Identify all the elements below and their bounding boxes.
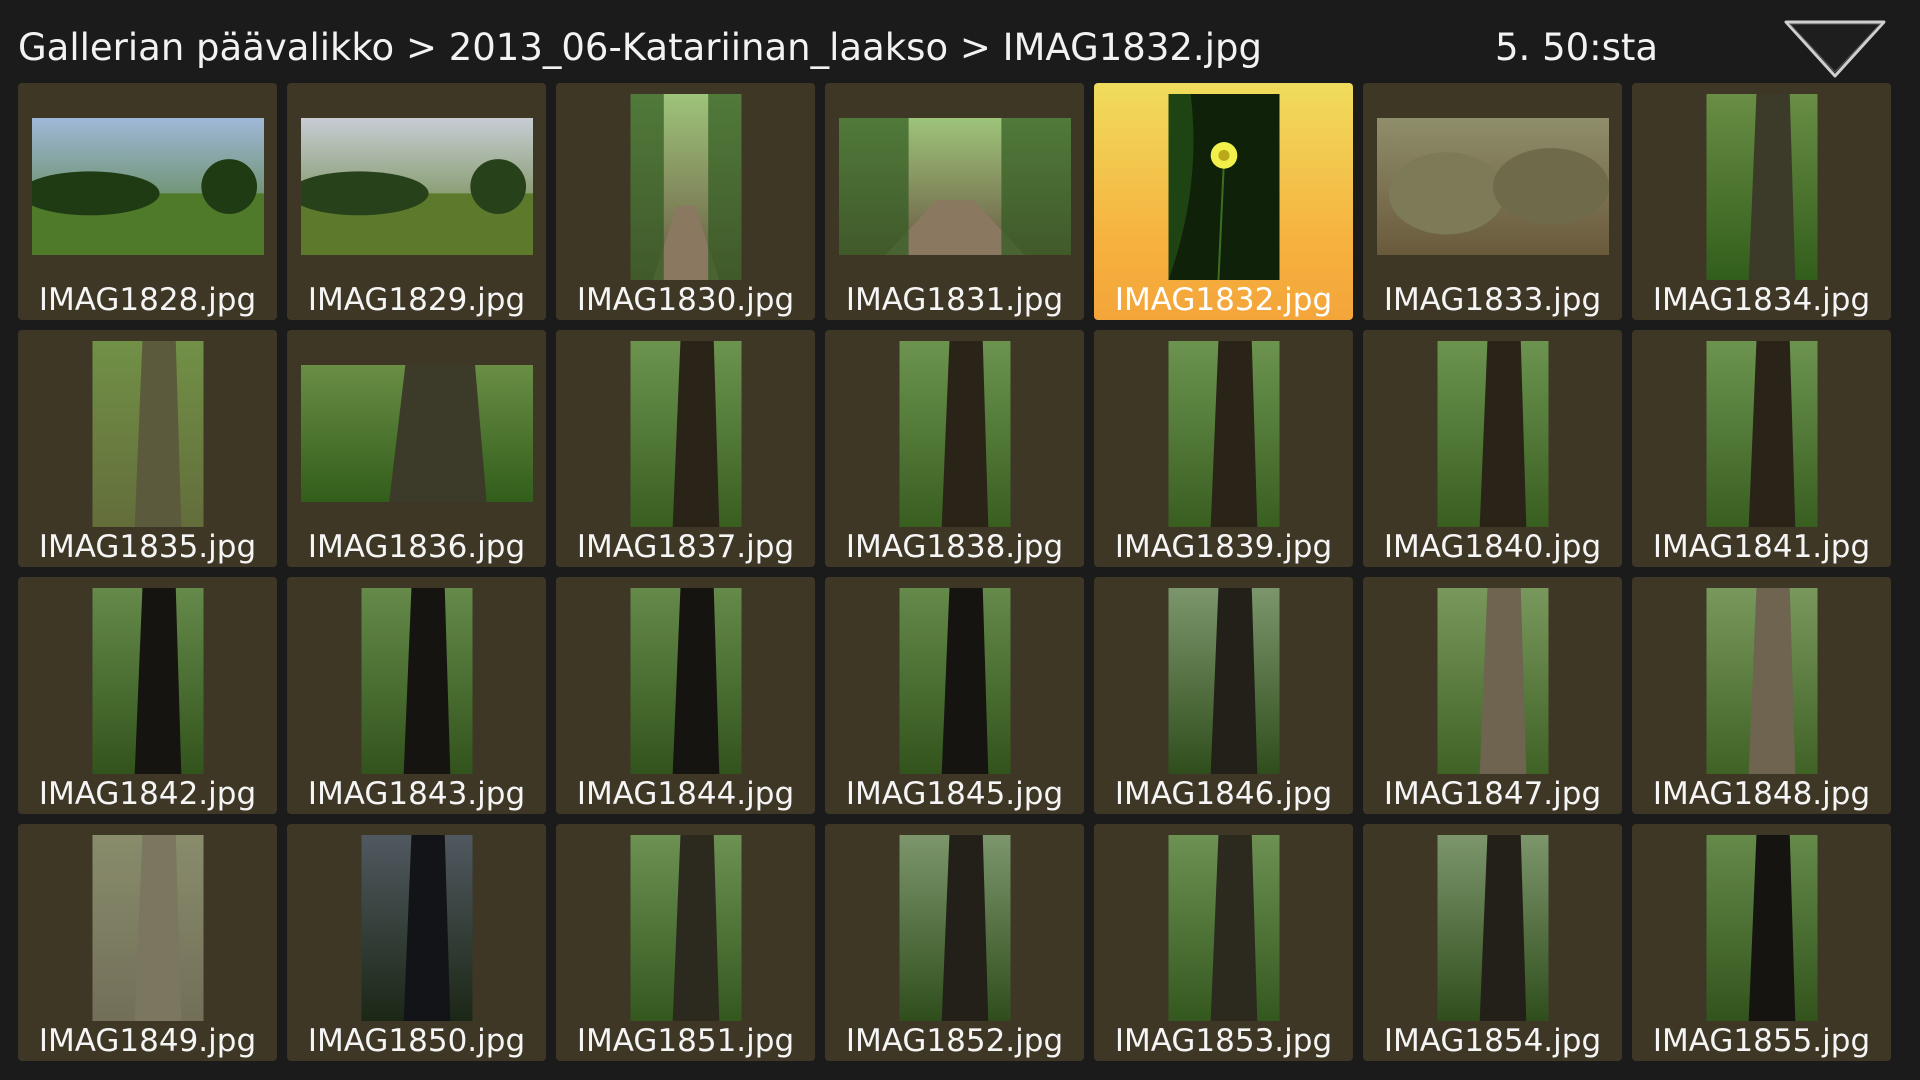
thumbnail-tile[interactable]: IMAG1852.jpg [825,824,1084,1061]
thumbnail-image [1706,94,1817,280]
thumbnail-image [630,835,741,1021]
thumbnail-caption: IMAG1840.jpg [1383,529,1602,565]
thumbnail-image [630,588,741,774]
thumbnail-image [1168,835,1279,1021]
thumbnail-caption: IMAG1830.jpg [576,282,795,318]
thumbnail-tile[interactable]: IMAG1845.jpg [825,577,1084,814]
thumbnail-tile[interactable]: IMAG1850.jpg [287,824,546,1061]
thumbnail-image [1706,588,1817,774]
thumbnail-tile[interactable]: IMAG1829.jpg [287,83,546,320]
thumbnail-image [1706,341,1817,527]
thumbnail-image [630,341,741,527]
thumbnail-tile[interactable]: IMAG1844.jpg [556,577,815,814]
thumbnail-caption: IMAG1838.jpg [845,529,1064,565]
thumbnail-image [630,94,741,280]
thumbnail-caption: IMAG1854.jpg [1383,1023,1602,1059]
thumbnail-image [300,365,533,502]
thumbnail-image [1706,835,1817,1021]
thumbnail-tile[interactable]: IMAG1847.jpg [1363,577,1622,814]
thumbnail-tile[interactable]: IMAG1843.jpg [287,577,546,814]
thumbnail-image [92,341,203,527]
thumbnail-image [1437,835,1548,1021]
thumbnail-caption: IMAG1847.jpg [1383,776,1602,812]
thumbnail-caption: IMAG1845.jpg [845,776,1064,812]
thumbnail-caption: IMAG1849.jpg [38,1023,257,1059]
thumbnail-image [361,835,472,1021]
thumbnail-tile[interactable]: IMAG1832.jpg [1094,83,1353,320]
thumbnail-tile[interactable]: IMAG1833.jpg [1363,83,1622,320]
thumbnail-caption: IMAG1850.jpg [307,1023,526,1059]
thumbnail-caption: IMAG1833.jpg [1383,282,1602,318]
top-bar: Gallerian päävalikko > 2013_06-Katariina… [0,0,1920,82]
thumbnail-image [1168,94,1279,280]
thumbnail-tile[interactable]: IMAG1849.jpg [18,824,277,1061]
thumbnail-caption: IMAG1855.jpg [1652,1023,1871,1059]
thumbnail-caption: IMAG1828.jpg [38,282,257,318]
thumbnail-image [899,588,1010,774]
thumbnail-tile[interactable]: IMAG1839.jpg [1094,330,1353,567]
thumbnail-tile[interactable]: IMAG1838.jpg [825,330,1084,567]
thumbnail-grid: IMAG1828.jpg IMAG1829.jpg IMAG1830.jpg I… [18,83,1891,1061]
thumbnail-caption: IMAG1839.jpg [1114,529,1333,565]
thumbnail-caption: IMAG1832.jpg [1114,282,1333,318]
thumbnail-caption: IMAG1835.jpg [38,529,257,565]
thumbnail-tile[interactable]: IMAG1846.jpg [1094,577,1353,814]
thumbnail-image [300,118,533,255]
image-counter: 5. 50:sta [1495,26,1659,69]
thumbnail-image [1437,588,1548,774]
thumbnail-caption: IMAG1853.jpg [1114,1023,1333,1059]
thumbnail-tile[interactable]: IMAG1837.jpg [556,330,815,567]
thumbnail-image [899,341,1010,527]
thumbnail-tile[interactable]: IMAG1836.jpg [287,330,546,567]
thumbnail-caption: IMAG1851.jpg [576,1023,795,1059]
thumbnail-caption: IMAG1837.jpg [576,529,795,565]
thumbnail-caption: IMAG1829.jpg [307,282,526,318]
dropdown-triangle-icon[interactable] [1782,18,1888,80]
thumbnail-image [1168,341,1279,527]
thumbnail-caption: IMAG1852.jpg [845,1023,1064,1059]
thumbnail-image [92,588,203,774]
thumbnail-image [31,118,264,255]
thumbnail-caption: IMAG1843.jpg [307,776,526,812]
thumbnail-image [361,588,472,774]
thumbnail-tile[interactable]: IMAG1830.jpg [556,83,815,320]
thumbnail-image [92,835,203,1021]
thumbnail-image [1376,118,1609,255]
thumbnail-tile[interactable]: IMAG1840.jpg [1363,330,1622,567]
thumbnail-caption: IMAG1844.jpg [576,776,795,812]
thumbnail-tile[interactable]: IMAG1834.jpg [1632,83,1891,320]
thumbnail-image [838,118,1071,255]
thumbnail-tile[interactable]: IMAG1854.jpg [1363,824,1622,1061]
thumbnail-image [1437,341,1548,527]
thumbnail-caption: IMAG1848.jpg [1652,776,1871,812]
thumbnail-tile[interactable]: IMAG1828.jpg [18,83,277,320]
thumbnail-caption: IMAG1842.jpg [38,776,257,812]
thumbnail-tile[interactable]: IMAG1851.jpg [556,824,815,1061]
thumbnail-tile[interactable]: IMAG1853.jpg [1094,824,1353,1061]
thumbnail-image [1168,588,1279,774]
thumbnail-caption: IMAG1831.jpg [845,282,1064,318]
thumbnail-tile[interactable]: IMAG1841.jpg [1632,330,1891,567]
thumbnail-caption: IMAG1836.jpg [307,529,526,565]
thumbnail-caption: IMAG1834.jpg [1652,282,1871,318]
thumbnail-caption: IMAG1841.jpg [1652,529,1871,565]
thumbnail-tile[interactable]: IMAG1831.jpg [825,83,1084,320]
thumbnail-tile[interactable]: IMAG1855.jpg [1632,824,1891,1061]
thumbnail-caption: IMAG1846.jpg [1114,776,1333,812]
thumbnail-tile[interactable]: IMAG1835.jpg [18,330,277,567]
thumbnail-tile[interactable]: IMAG1848.jpg [1632,577,1891,814]
breadcrumb[interactable]: Gallerian päävalikko > 2013_06-Katariina… [18,26,1262,69]
thumbnail-tile[interactable]: IMAG1842.jpg [18,577,277,814]
thumbnail-image [899,835,1010,1021]
